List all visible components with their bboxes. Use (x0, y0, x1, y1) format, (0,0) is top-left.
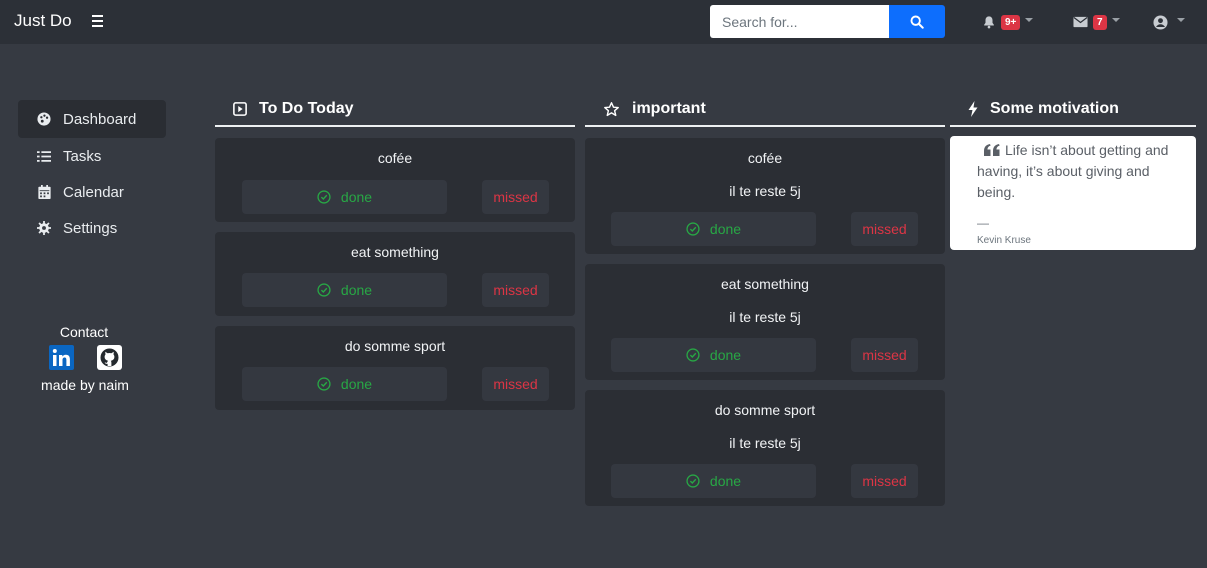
top-navbar: Just Do 9+ 7 (0, 0, 1207, 44)
sidebar-item-label: Calendar (63, 183, 124, 201)
remaining-time: il te reste 5j (729, 435, 801, 451)
sidebar-item-label: Settings (63, 219, 118, 237)
missed-button[interactable]: missed (482, 273, 549, 307)
check-circle-icon (686, 222, 700, 236)
task-card: eat something il te reste 5j done missed (585, 264, 945, 380)
sidebar-item-tasks[interactable]: Tasks (18, 137, 166, 175)
chevron-down-icon (1025, 18, 1034, 22)
check-circle-icon (317, 190, 331, 204)
search-button[interactable] (889, 5, 945, 38)
column-title: Some motivation (990, 100, 1119, 117)
chevron-down-icon (1177, 18, 1185, 22)
missed-button[interactable]: missed (482, 367, 549, 401)
list-icon (37, 149, 51, 163)
done-button[interactable]: done (242, 180, 447, 214)
alerts-dropdown[interactable]: 9+ (982, 12, 1034, 32)
task-name: do somme sport (344, 338, 446, 354)
made-by-label: made by naim (41, 377, 129, 393)
missed-label: missed (862, 347, 907, 363)
app-title[interactable]: Just Do (14, 11, 72, 31)
chevron-down-icon (1111, 18, 1120, 22)
task-name: eat something (721, 276, 809, 292)
quote-icon (984, 144, 1000, 156)
sidebar-item-calendar[interactable]: Calendar (18, 173, 166, 211)
quote-card: Life isn’t about getting and having, it’… (950, 136, 1196, 250)
linkedin-link[interactable] (49, 345, 74, 370)
done-button[interactable]: done (242, 367, 447, 401)
missed-label: missed (862, 221, 907, 237)
search-bar (710, 5, 945, 38)
done-label: done (709, 221, 742, 237)
quote-text: Life isn’t about getting and having, it’… (977, 142, 1169, 200)
github-link[interactable] (97, 345, 122, 370)
done-button[interactable]: done (242, 273, 447, 307)
sidebar-item-settings[interactable]: Settings (18, 209, 166, 247)
done-label: done (709, 347, 742, 363)
done-label: done (340, 189, 373, 205)
gear-icon (37, 221, 51, 235)
user-circle-icon (1153, 14, 1168, 30)
missed-label: missed (493, 282, 538, 298)
play-square-icon (233, 102, 247, 116)
task-card: do somme sport il te reste 5j done misse… (585, 390, 945, 506)
missed-button[interactable]: missed (851, 212, 918, 246)
quote-dash: — (977, 216, 989, 230)
linkedin-icon (49, 345, 74, 370)
remaining-time: il te reste 5j (729, 309, 801, 325)
task-card: eat something done missed (215, 232, 575, 316)
task-name: cofée (377, 150, 413, 166)
done-label: done (340, 376, 373, 392)
column-title: To Do Today (259, 100, 354, 117)
missed-label: missed (493, 376, 538, 392)
task-card: cofée done missed (215, 138, 575, 222)
quote-author: Kevin Kruse (977, 235, 1031, 246)
github-icon (97, 345, 122, 370)
envelope-icon (1073, 16, 1088, 28)
missed-button[interactable]: missed (851, 464, 918, 498)
check-circle-icon (686, 348, 700, 362)
star-icon (604, 101, 619, 116)
missed-label: missed (862, 473, 907, 489)
check-circle-icon (686, 474, 700, 488)
check-circle-icon (317, 283, 331, 297)
task-card: do somme sport done missed (215, 326, 575, 410)
missed-label: missed (493, 189, 538, 205)
task-name: cofée (747, 150, 783, 166)
quote-body: Life isn’t about getting and having, it’… (977, 140, 1187, 203)
todo-today-header: To Do Today (215, 93, 575, 127)
palette-icon (37, 112, 51, 126)
remaining-time: il te reste 5j (729, 183, 801, 199)
sidebar-item-label: Tasks (63, 147, 102, 165)
sidebar-item-label: Dashboard (63, 110, 137, 128)
task-name: do somme sport (714, 402, 816, 418)
search-input[interactable] (710, 5, 889, 38)
sidebar-item-dashboard[interactable]: Dashboard (18, 100, 166, 138)
calendar-icon (37, 185, 51, 199)
alerts-count-badge: 9+ (1001, 14, 1021, 30)
search-icon (910, 15, 924, 29)
user-dropdown[interactable] (1153, 12, 1185, 32)
messages-dropdown[interactable]: 7 (1073, 12, 1120, 32)
task-card: cofée il te reste 5j done missed (585, 138, 945, 254)
important-header: important (585, 93, 945, 127)
column-title: important (632, 100, 706, 117)
bell-icon (984, 16, 994, 29)
lightning-icon (968, 101, 978, 117)
task-name: eat something (351, 244, 439, 260)
done-button[interactable]: done (611, 338, 816, 372)
motivation-header: Some motivation (950, 93, 1196, 127)
contact-label: Contact (59, 324, 109, 340)
missed-button[interactable]: missed (482, 180, 549, 214)
messages-count-badge: 7 (1093, 14, 1107, 30)
done-label: done (709, 473, 742, 489)
missed-button[interactable]: missed (851, 338, 918, 372)
done-button[interactable]: done (611, 212, 816, 246)
menu-toggle-button[interactable] (92, 12, 108, 30)
done-label: done (340, 282, 373, 298)
check-circle-icon (317, 377, 331, 391)
done-button[interactable]: done (611, 464, 816, 498)
